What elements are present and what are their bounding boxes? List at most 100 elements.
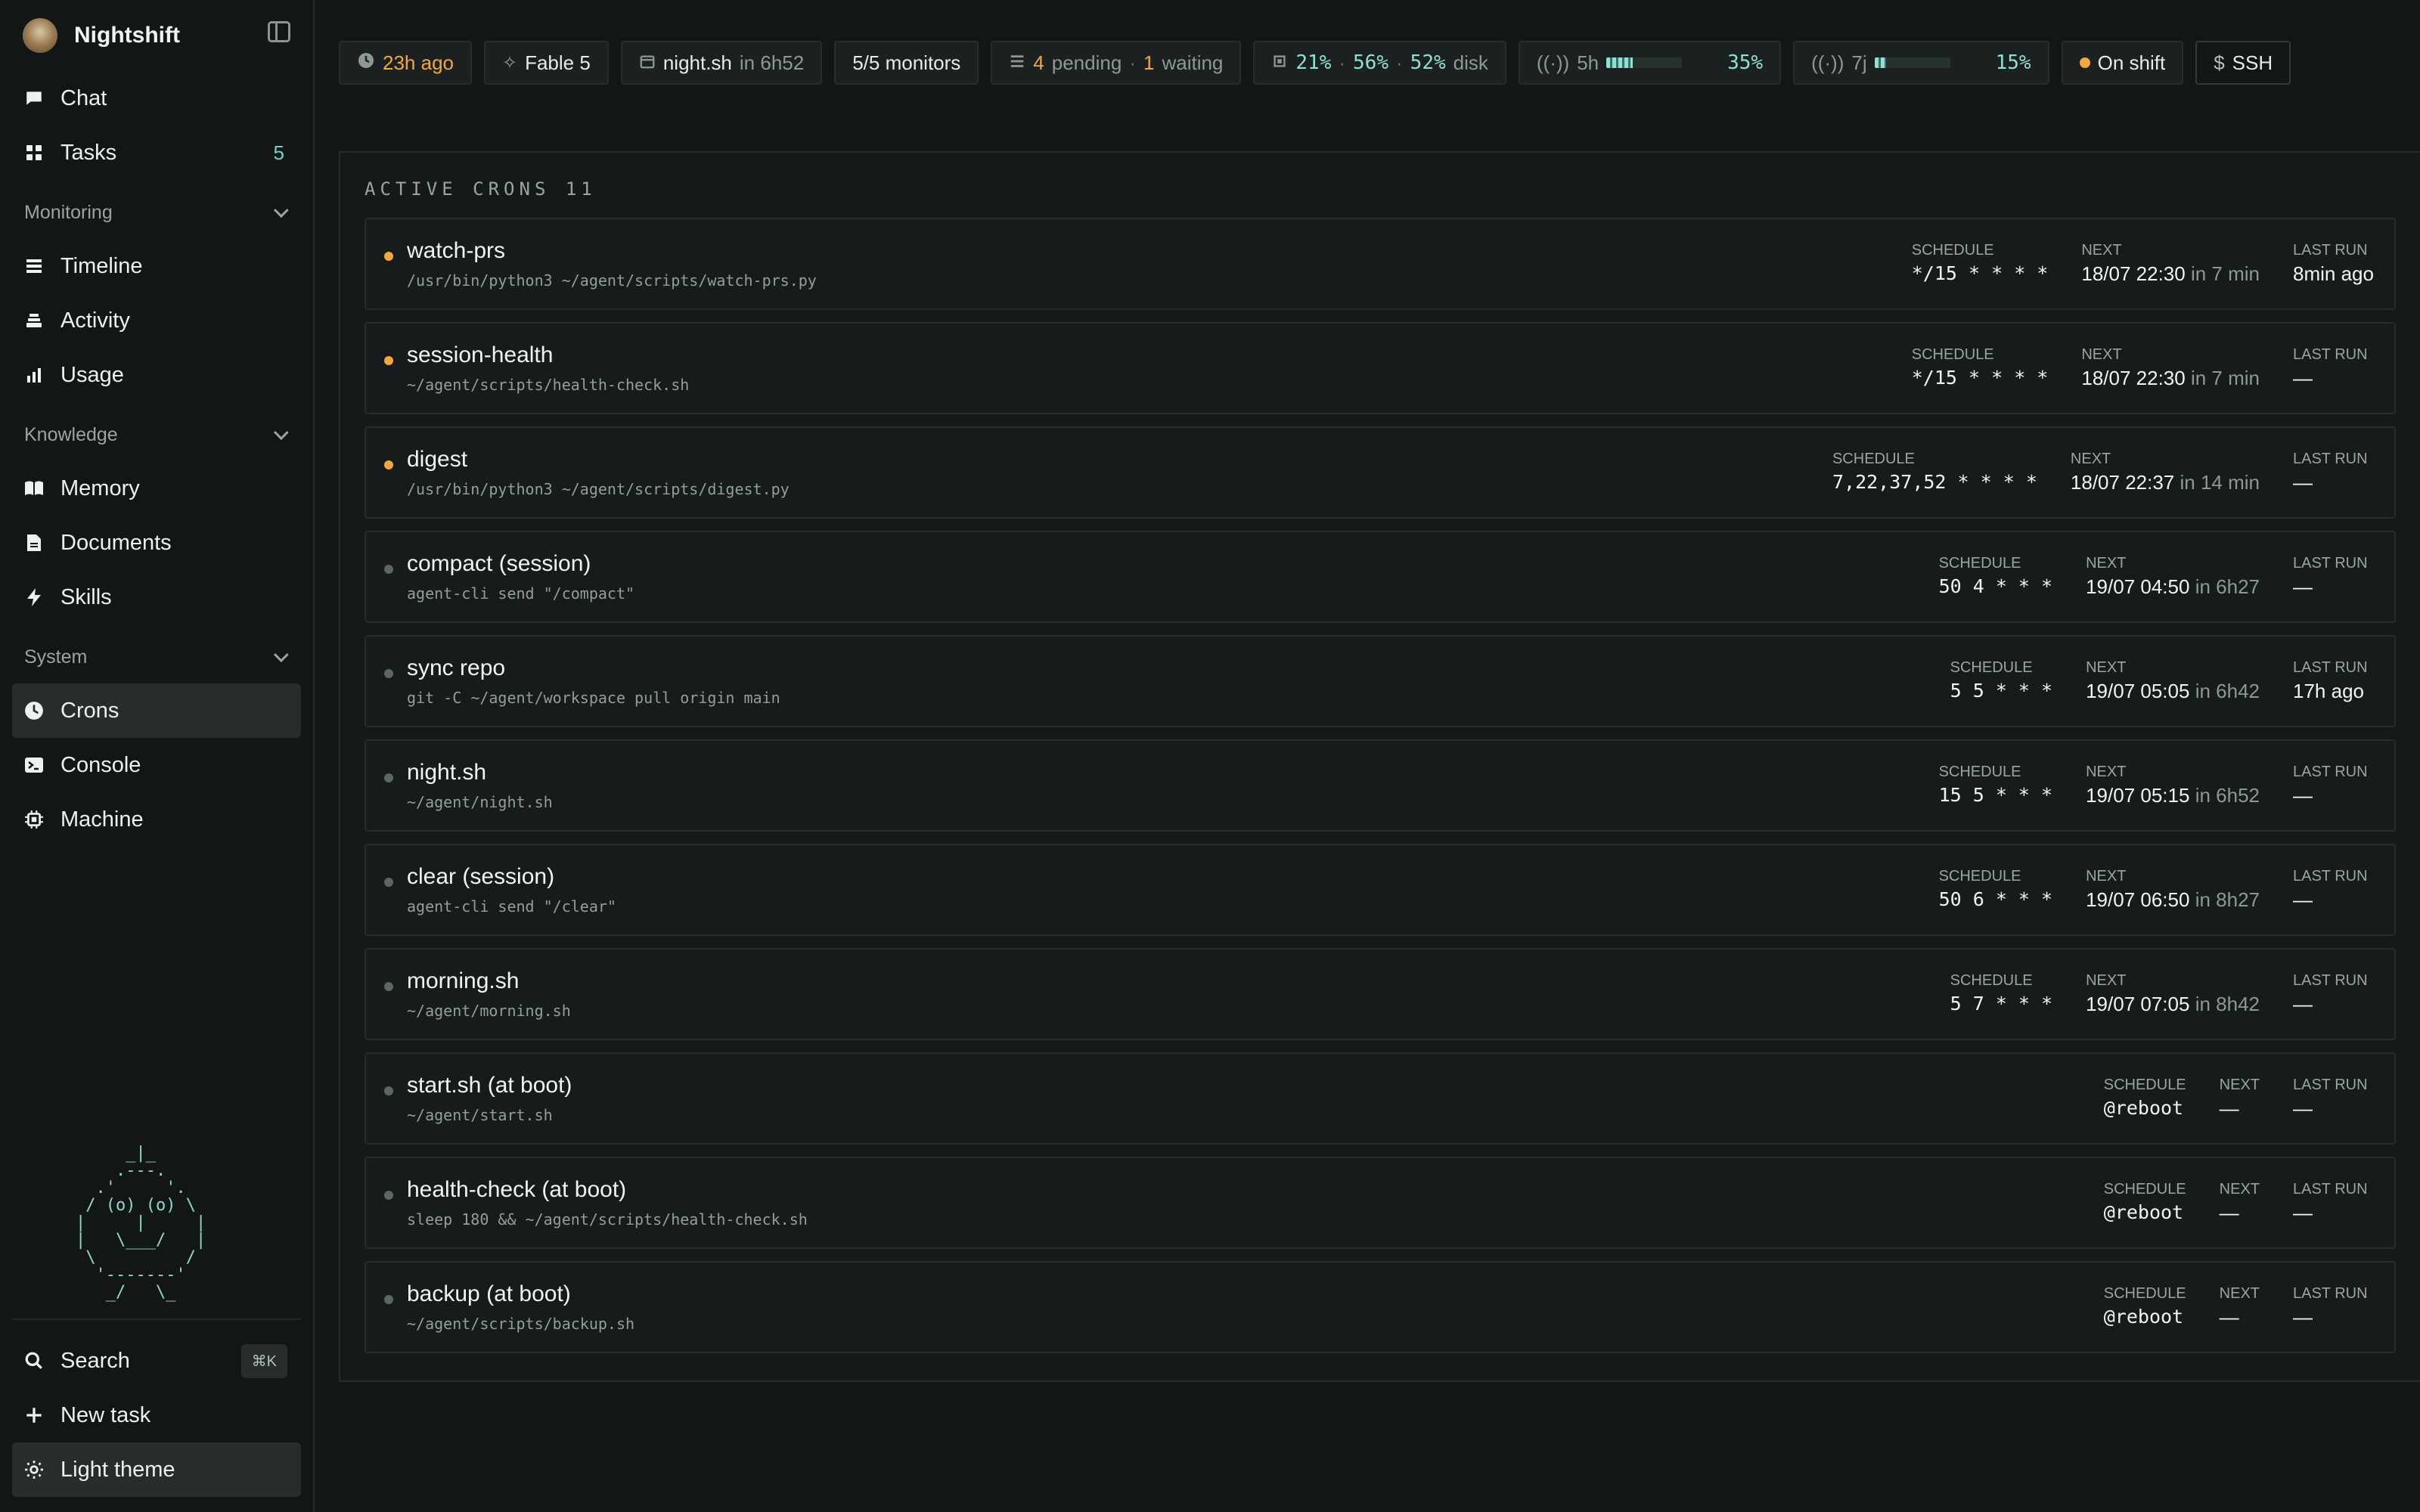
sidebar-item-label: Crons: [60, 698, 119, 723]
sidebar-item-activity[interactable]: Activity: [12, 293, 301, 348]
cron-last-run: LAST RUN —: [2293, 555, 2375, 599]
queue-chip[interactable]: 4 pending · 1 waiting: [991, 41, 1242, 85]
cron-name: health-check (at boot): [407, 1177, 627, 1202]
schedule-value: @reboot: [2103, 1306, 2184, 1328]
next-eta: in 8h27: [2195, 888, 2260, 911]
sidebar-item-crons[interactable]: Crons: [12, 683, 301, 738]
last-run-value: —: [2293, 1306, 2313, 1328]
cron-name: start.sh (at boot): [407, 1073, 572, 1098]
cron-command: sleep 180 && ~/agent/scripts/health-chec…: [407, 1210, 808, 1228]
search-button[interactable]: Search ⌘K: [12, 1334, 301, 1388]
last-run-value: —: [2293, 367, 2313, 389]
next-value: 18/07 22:37 in 14 min: [2071, 471, 2260, 494]
cron-schedule: SCHEDULE 50 6 * * *: [1939, 868, 2053, 912]
sidebar-item-documents[interactable]: Documents: [12, 516, 301, 570]
cron-row[interactable]: session-health ~/agent/scripts/health-che…: [365, 322, 2396, 414]
schedule-label: SCHEDULE: [2103, 1077, 2186, 1093]
monitors-chip[interactable]: 5/5 monitors: [834, 41, 979, 85]
schedule-value: 5 5 * * *: [1950, 680, 2053, 702]
theme-toggle-button[interactable]: Light theme: [12, 1442, 301, 1497]
usage-5h-chip[interactable]: ((·)) 5h 35%: [1518, 41, 1782, 85]
schedule-label: SCHEDULE: [2103, 1181, 2186, 1198]
last-run-label: LAST RUN: [2293, 972, 2368, 989]
app-name: Nightshift: [74, 23, 180, 48]
cron-list: watch-prs/usr/bin/python3 ~/agent/script…: [365, 218, 2396, 1353]
search-shortcut: ⌘K: [240, 1343, 287, 1378]
cron-info: start.sh (at boot) ~/agent/start.sh: [407, 1073, 572, 1124]
next-time: 19/07 05:15: [2086, 784, 2190, 807]
cron-row[interactable]: start.sh (at boot) ~/agent/start.sh SCHEDU…: [365, 1052, 2396, 1145]
cron-next: NEXT 19/07 07:05 in 8h42: [2086, 972, 2260, 1016]
next-time: 19/07 06:50: [2086, 888, 2190, 911]
last-run-label: LAST RUN: [2293, 555, 2368, 572]
crons-panel: ACTIVE CRONS 11 watch-prs/usr/bin/python…: [339, 151, 2420, 1382]
cron-row[interactable]: morning.sh ~/agent/morning.sh SCHEDULE 5 7 …: [365, 948, 2396, 1040]
next-time: 19/07 05:05: [2086, 680, 2190, 702]
last-run-value: —: [2293, 575, 2313, 598]
nightsh-eta: in 6h52: [739, 51, 805, 74]
cron-row[interactable]: night.sh ~/agent/night.sh SCHEDULE 15 5 * *…: [365, 739, 2396, 832]
cron-schedule: SCHEDULE */15 * * * *: [1912, 346, 2049, 390]
cron-name: compact (session): [407, 551, 591, 576]
cron-status-dot: [384, 1191, 393, 1200]
ssh-button[interactable]: $ SSH: [2195, 41, 2291, 85]
cron-row[interactable]: backup (at boot) ~/agent/scripts/backup.s…: [365, 1261, 2396, 1353]
next-label: NEXT: [2081, 242, 2122, 259]
sidebar-item-chat[interactable]: Chat: [12, 71, 301, 125]
nightsh-name: night.sh: [662, 51, 732, 74]
last-run-label: LAST RUN: [2293, 659, 2368, 676]
cron-last-run: LAST RUN 17h ago: [2293, 659, 2375, 703]
sidebar-item-skills[interactable]: Skills: [12, 570, 301, 624]
schedule-label: SCHEDULE: [2103, 1285, 2186, 1302]
sidebar-item-machine[interactable]: Machine: [12, 792, 301, 847]
brand[interactable]: Nightshift: [12, 0, 301, 71]
shift-chip[interactable]: On shift: [2061, 41, 2184, 85]
sidebar-item-timeline[interactable]: Timeline: [12, 239, 301, 293]
cron-row[interactable]: clear (session) agent-cli send "/clear" SC…: [365, 844, 2396, 936]
next-time: 19/07 04:50: [2086, 575, 2190, 598]
cron-row[interactable]: compact (session) agent-cli send "/compac…: [365, 531, 2396, 623]
sidebar-toggle-icon[interactable]: [268, 21, 290, 42]
main: 23h ago ✧ Fable 5 night.sh in 6h52 5/5 m…: [315, 0, 2420, 1512]
cron-info: session-health ~/agent/scripts/health-che…: [407, 342, 689, 394]
cron-row[interactable]: digest/usr/bin/python3 ~/agent/scripts/d…: [365, 426, 2396, 519]
cron-row[interactable]: health-check (at boot) sleep 180 && ~/age…: [365, 1157, 2396, 1249]
new-task-button[interactable]: New task: [12, 1388, 301, 1442]
next-label: NEXT: [2086, 555, 2127, 572]
last-run-label: LAST RUN: [2293, 868, 2368, 885]
next-time: —: [2219, 1201, 2239, 1224]
usage-7j-chip[interactable]: ((·)) 7j 15%: [1793, 41, 2049, 85]
cron-info: digest/usr/bin/python3 ~/agent/scripts/d…: [407, 447, 790, 498]
sidebar-item-tasks[interactable]: Tasks 5: [12, 125, 301, 180]
cron-schedule: SCHEDULE 50 4 * * *: [1939, 555, 2053, 599]
section-monitoring[interactable]: Monitoring: [12, 186, 301, 239]
avatar: [23, 18, 57, 53]
last-run-value: —: [2293, 784, 2313, 807]
sidebar-item-memory[interactable]: Memory: [12, 461, 301, 516]
cron-schedule: SCHEDULE 15 5 * * *: [1939, 764, 2053, 807]
cron-info: health-check (at boot) sleep 180 && ~/age…: [407, 1177, 808, 1228]
list-icon: [1009, 51, 1025, 75]
nightsh-chip[interactable]: night.sh in 6h52: [620, 41, 823, 85]
cron-row[interactable]: sync repo git -C ~/agent/workspace pull o…: [365, 635, 2396, 727]
sidebar-item-console[interactable]: Console: [12, 738, 301, 792]
section-knowledge[interactable]: Knowledge: [12, 408, 301, 461]
model-chip[interactable]: ✧ Fable 5: [483, 41, 609, 85]
cron-command: agent-cli send "/clear": [407, 897, 616, 916]
cron-command: ~/agent/morning.sh: [407, 1002, 571, 1020]
section-system[interactable]: System: [12, 631, 301, 683]
pending-label: pending: [1051, 51, 1122, 74]
cron-next: NEXT —: [2220, 1285, 2260, 1329]
cron-row[interactable]: watch-prs/usr/bin/python3 ~/agent/script…: [365, 218, 2396, 310]
cron-command: ~/agent/night.sh: [407, 793, 553, 811]
schedule-value: */15 * * * *: [1911, 262, 2049, 284]
resources-chip[interactable]: 21% · 56% · 52% disk: [1253, 41, 1506, 85]
cron-next: NEXT 19/07 04:50 in 6h27: [2086, 555, 2260, 599]
sidebar-item-label: Timeline: [60, 253, 143, 278]
sidebar-item-usage[interactable]: Usage: [12, 348, 301, 402]
schedule-value: 50 4 * * *: [1938, 575, 2053, 597]
sidebar-item-label: Tasks: [60, 140, 117, 165]
last-activity-chip[interactable]: 23h ago: [339, 41, 472, 85]
cron-schedule: SCHEDULE @reboot: [2104, 1285, 2186, 1329]
cron-status-dot: [384, 773, 393, 782]
